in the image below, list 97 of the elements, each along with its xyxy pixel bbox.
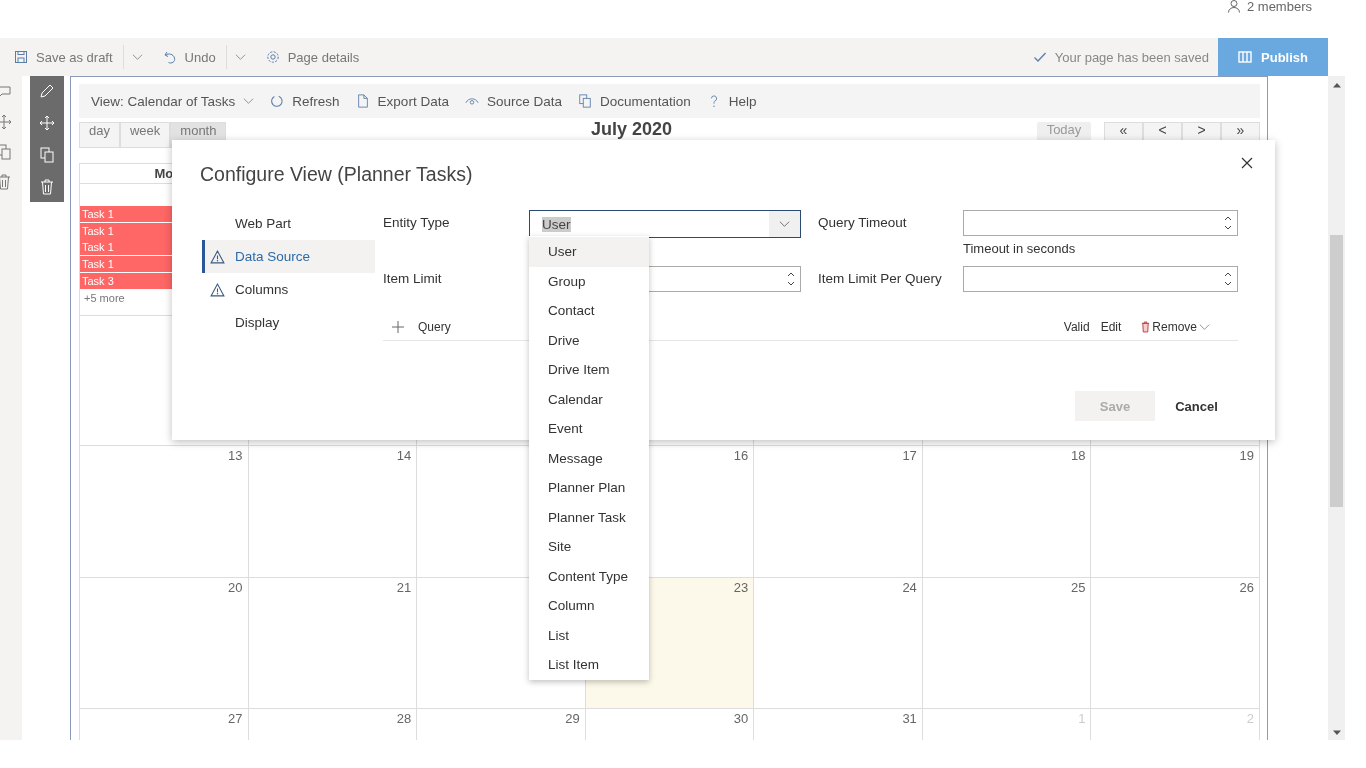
scroll-up-icon[interactable]	[1332, 82, 1341, 88]
date-number: 21	[396, 580, 412, 597]
calendar-cell[interactable]: 21	[248, 578, 418, 709]
chevron-down-icon	[779, 220, 790, 228]
date-number: 31	[902, 711, 917, 728]
date-number: 16	[733, 448, 749, 465]
field-label: Query Timeout	[817, 214, 908, 230]
weekday-header: Mo	[154, 166, 174, 181]
calendar-cell[interactable]: 27	[80, 709, 249, 740]
save-icon	[14, 50, 28, 64]
chevron-down-icon[interactable]	[131, 53, 143, 61]
chevron-down-icon	[1199, 322, 1210, 331]
refresh-icon	[270, 94, 285, 108]
move-icon[interactable]	[0, 114, 12, 130]
save-status: Your page has been saved	[1054, 49, 1209, 65]
columns-icon	[1238, 50, 1252, 64]
calendar-cell[interactable]: 20	[80, 578, 249, 709]
chevron-down-icon[interactable]	[234, 53, 246, 61]
query-status: Valid	[1063, 319, 1090, 334]
command-button[interactable]: Help	[706, 93, 757, 109]
scroll-down-icon[interactable]	[1332, 730, 1341, 736]
date-number: 30	[733, 711, 749, 728]
page-details-button[interactable]: Page details	[251, 38, 370, 76]
calendar-cell[interactable]: 24	[754, 578, 923, 709]
dropdown-option[interactable]: Event	[529, 414, 649, 444]
date-number: 23	[733, 580, 749, 597]
date-number: 27	[228, 711, 243, 728]
members-count[interactable]: 2 members	[1226, 0, 1312, 12]
dialog-nav-item[interactable]: Data Source	[202, 240, 375, 273]
calendar-title: July 2020	[591, 121, 673, 137]
plus-icon	[392, 320, 404, 333]
calendar-cell[interactable]: 29	[417, 709, 586, 740]
dropdown-option[interactable]: Calendar	[529, 384, 649, 414]
calendar-cell[interactable]: 18	[922, 446, 1092, 578]
undo-icon	[162, 50, 177, 64]
add-query-button[interactable]: Query	[383, 319, 451, 334]
copy-icon	[577, 94, 592, 108]
person-icon	[1226, 0, 1241, 13]
calendar-cell[interactable]: 19	[1091, 446, 1260, 578]
scrollbar[interactable]	[1328, 76, 1345, 740]
document-icon	[355, 94, 370, 108]
cancel-button[interactable]: Cancel	[1155, 391, 1238, 421]
field-label: Entity Type	[383, 214, 451, 230]
undo-button[interactable]: Undo	[148, 38, 226, 76]
command-button[interactable]: Source Data	[464, 93, 562, 109]
date-number: 29	[565, 711, 580, 728]
copy-icon[interactable]	[39, 147, 55, 163]
calendar-cell[interactable]: 25	[922, 578, 1092, 709]
date-number: 26	[1239, 580, 1254, 597]
field-description: Timeout in seconds	[963, 240, 1077, 258]
calendar-cell[interactable]: 28	[248, 709, 418, 740]
dialog-title: Configure View (Planner Tasks)	[200, 163, 474, 186]
trash-icon	[1141, 320, 1151, 333]
date-number: 24	[902, 580, 917, 597]
date-number: 17	[902, 448, 917, 465]
scroll-thumb[interactable]	[1330, 235, 1343, 507]
close-icon[interactable]	[1241, 156, 1253, 169]
remove-button[interactable]: Remove	[1141, 319, 1210, 334]
calendar-cell[interactable]: 14	[248, 446, 418, 578]
pencil-icon[interactable]	[39, 83, 55, 99]
dropdown-option[interactable]: Drive	[529, 325, 649, 355]
query-timeout-field[interactable]	[963, 210, 1238, 236]
dropdown-option[interactable]: Contact	[529, 296, 649, 326]
item-limit-per-query-field[interactable]	[963, 266, 1238, 292]
date-number: 20	[228, 580, 243, 597]
trash-icon[interactable]	[0, 174, 12, 190]
dropdown-option[interactable]: Group	[529, 266, 649, 296]
spinner-icon[interactable]	[1224, 271, 1232, 287]
calendar-cell[interactable]: 31	[754, 709, 923, 740]
command-button[interactable]: Export Data	[355, 93, 449, 109]
calendar-cell[interactable]: 30	[585, 709, 755, 740]
command-button[interactable]: Refresh	[270, 93, 340, 109]
save-draft-button[interactable]: Save as draft	[0, 38, 123, 76]
spinner-icon[interactable]	[787, 271, 795, 287]
date-number: 28	[396, 711, 412, 728]
field-label: Item Limit Per Query	[817, 270, 943, 286]
date-number: 13	[228, 448, 243, 465]
view-tab[interactable]: week	[119, 122, 171, 148]
gear-icon	[265, 50, 280, 64]
command-button[interactable]: View: Calendar of Tasks	[91, 93, 255, 109]
calendar-cell[interactable]: 17	[754, 446, 923, 578]
dropdown-option[interactable]: Drive Item	[529, 355, 649, 385]
copy-icon[interactable]	[0, 144, 12, 160]
command-button[interactable]: Documentation	[577, 93, 691, 109]
date-number: 25	[1070, 580, 1086, 597]
date-number: 19	[1239, 448, 1254, 465]
view-tab[interactable]: day	[79, 122, 120, 148]
date-number: 18	[1070, 448, 1086, 465]
calendar-cell[interactable]: 26	[1091, 578, 1260, 709]
edit-button[interactable]: Edit	[1100, 319, 1122, 334]
dropdown-option[interactable]: User	[529, 237, 649, 267]
spinner-icon[interactable]	[1224, 215, 1232, 231]
calendar-cell[interactable]: 13	[80, 446, 249, 578]
chevron-down-icon	[243, 97, 255, 105]
date-number: 14	[396, 448, 412, 465]
field-label: Item Limit	[383, 270, 443, 286]
checkmark-icon	[1032, 50, 1047, 64]
